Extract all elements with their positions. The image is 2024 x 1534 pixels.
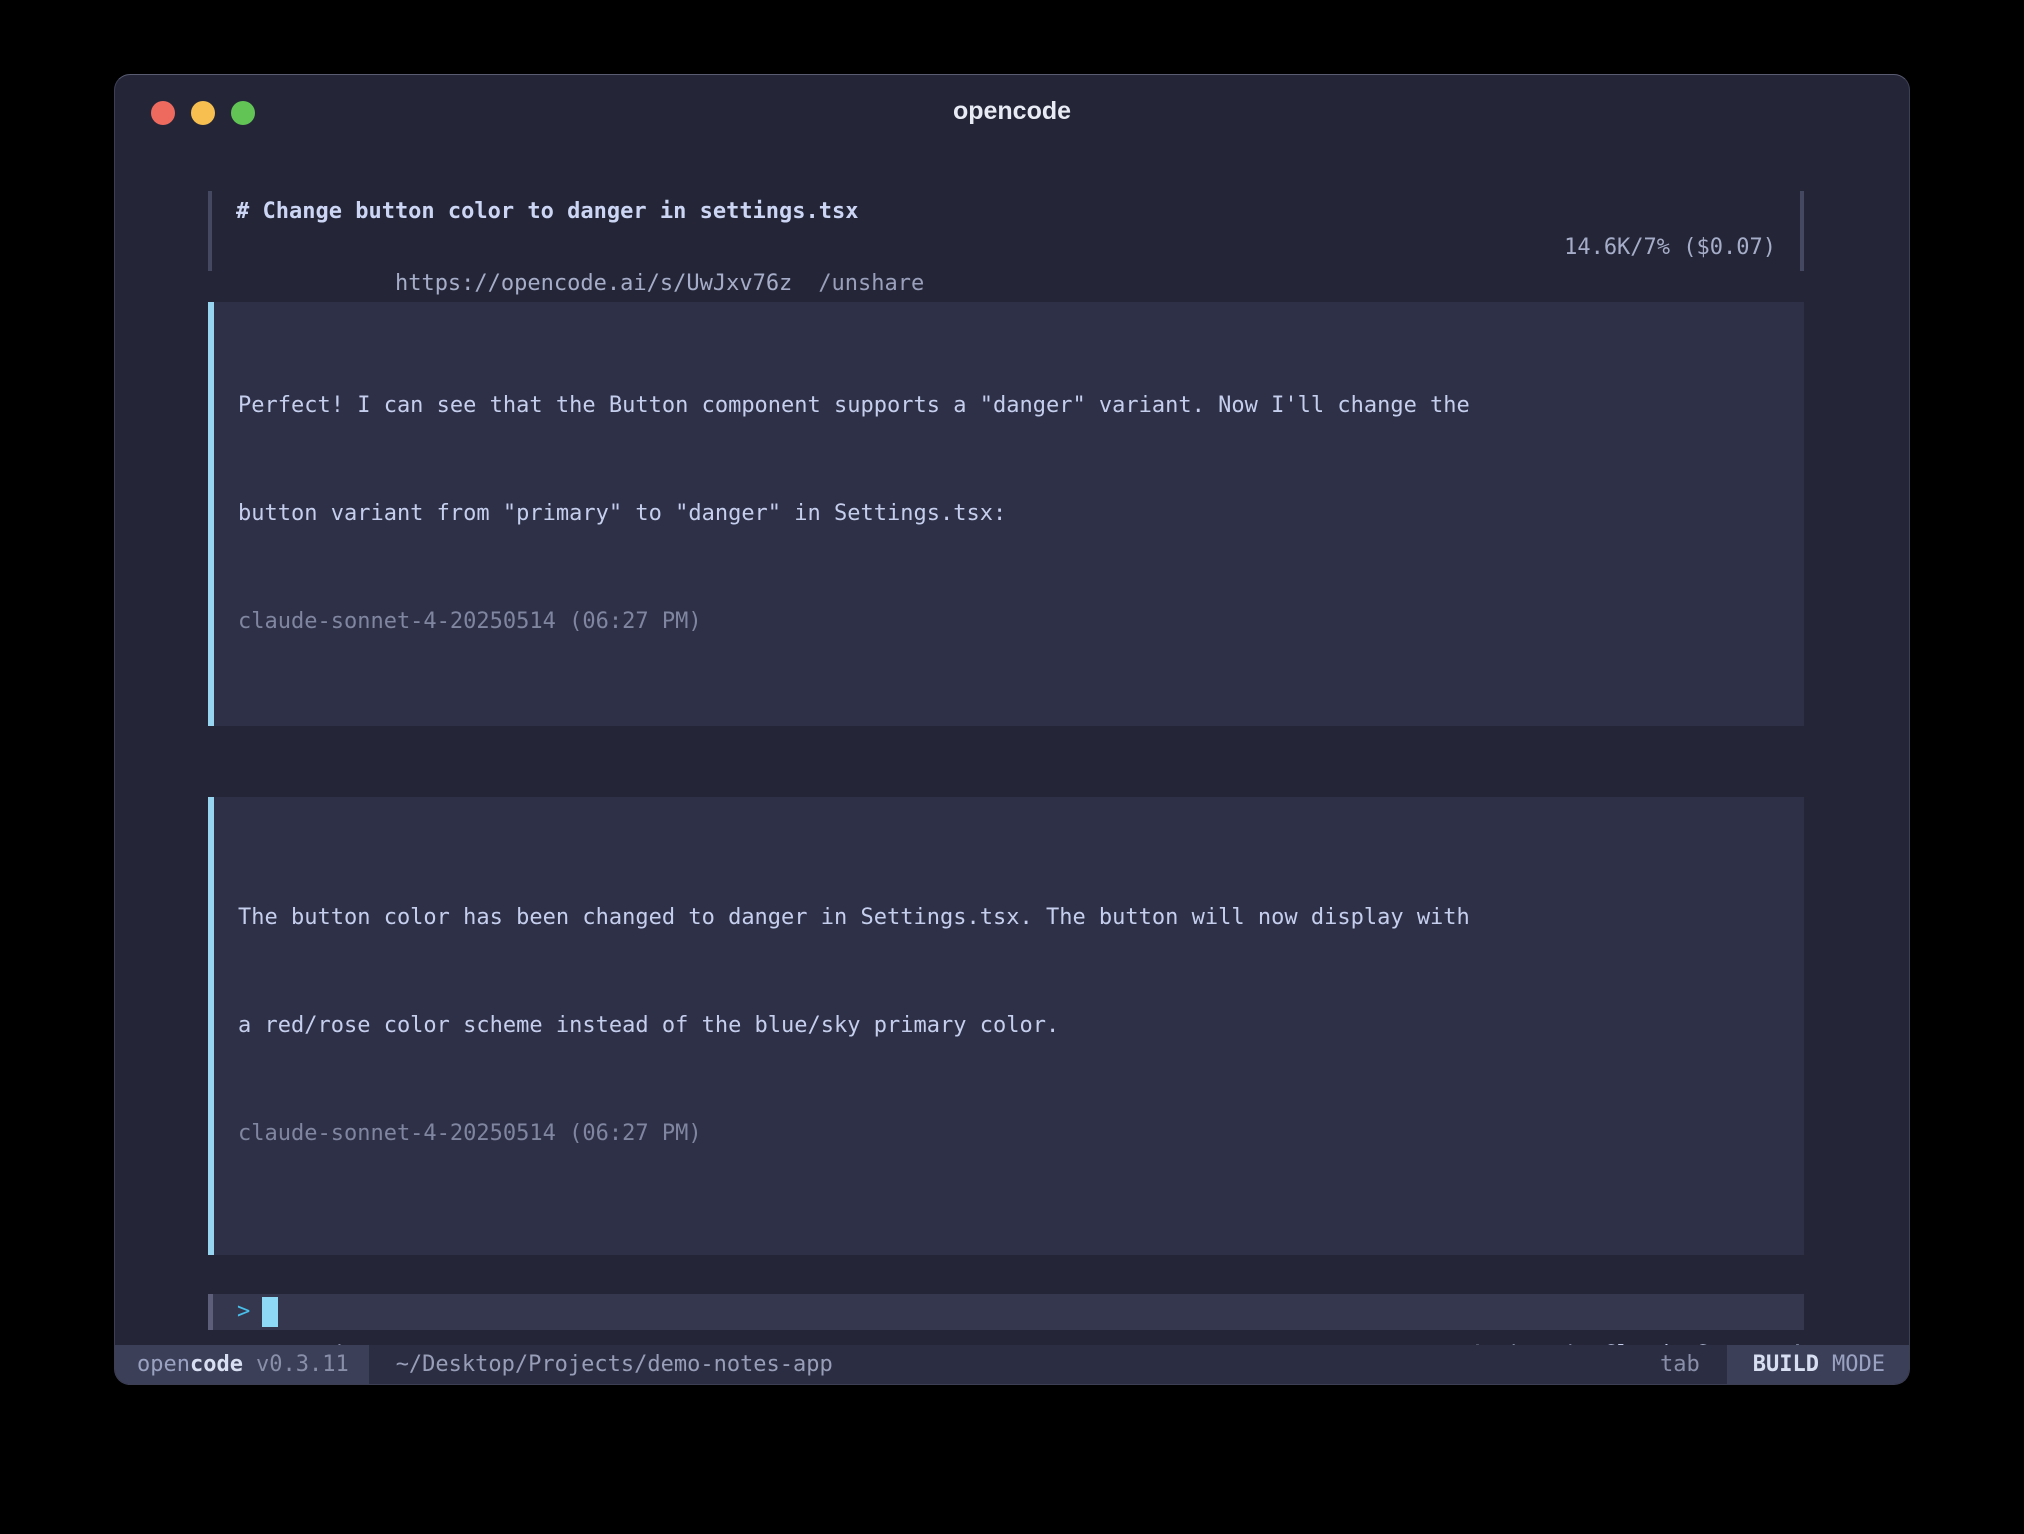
chat-input[interactable]: > bbox=[208, 1294, 1804, 1330]
mode-toggle[interactable]: BUILD MODE bbox=[1727, 1345, 1909, 1384]
app-name: open bbox=[137, 1352, 190, 1377]
titlebar: opencode bbox=[115, 75, 1909, 147]
app-version: v0.3.11 bbox=[256, 1352, 349, 1377]
app-version-segment: opencode v0.3.11 bbox=[115, 1345, 369, 1384]
traffic-lights bbox=[151, 101, 255, 125]
opencode-window: opencode # Change button color to danger… bbox=[114, 74, 1910, 1385]
zoom-window-button[interactable] bbox=[231, 101, 255, 125]
assistant-message: Perfect! I can see that the Button compo… bbox=[208, 302, 1804, 726]
screen: opencode # Change button color to danger… bbox=[0, 0, 2024, 1534]
session-content: # Change button color to danger in setti… bbox=[115, 147, 1909, 1345]
session-title: # Change button color to danger in setti… bbox=[236, 194, 859, 230]
close-window-button[interactable] bbox=[151, 101, 175, 125]
message-meta: claude-sonnet-4-20250514 (06:27 PM) bbox=[238, 1116, 1780, 1152]
token-usage-stats: 14.6K/7% ($0.07) bbox=[1564, 230, 1776, 266]
share-header: # Change button color to danger in setti… bbox=[208, 191, 1804, 271]
share-url-link[interactable]: https://opencode.ai/s/UwJxv76z bbox=[395, 271, 792, 296]
minimize-window-button[interactable] bbox=[191, 101, 215, 125]
message-line: The button color has been changed to dan… bbox=[238, 900, 1780, 936]
message-line: button variant from "primary" to "danger… bbox=[238, 496, 1780, 532]
statusbar: opencode v0.3.11 ~/Desktop/Projects/demo… bbox=[115, 1345, 1909, 1384]
message-line: a red/rose color scheme instead of the b… bbox=[238, 1008, 1780, 1044]
window-title: opencode bbox=[953, 97, 1071, 126]
assistant-message: The button color has been changed to dan… bbox=[208, 797, 1804, 1255]
working-directory: ~/Desktop/Projects/demo-notes-app bbox=[396, 1352, 833, 1377]
tab-key-hint: tab bbox=[1660, 1352, 1700, 1377]
message-meta: claude-sonnet-4-20250514 (06:27 PM) bbox=[238, 604, 1780, 640]
prompt-caret: > bbox=[237, 1294, 250, 1330]
text-cursor bbox=[262, 1297, 278, 1327]
unshare-command[interactable]: /unshare bbox=[818, 271, 924, 296]
message-line: Perfect! I can see that the Button compo… bbox=[238, 388, 1780, 424]
